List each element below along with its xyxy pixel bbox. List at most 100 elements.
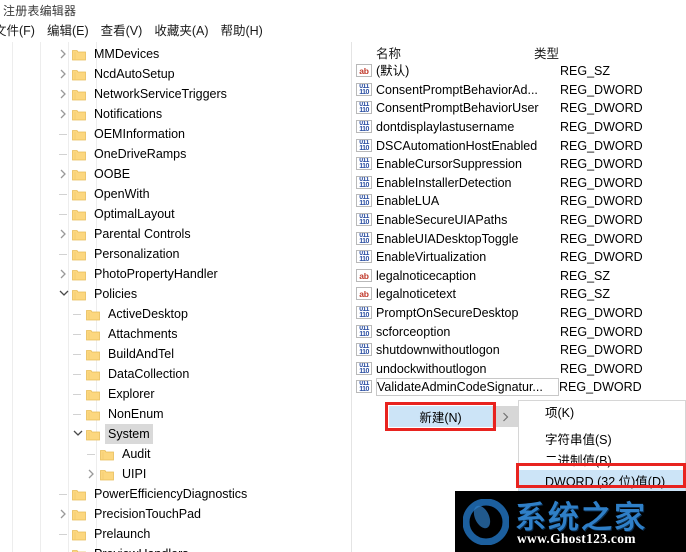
chevron-right-icon[interactable] <box>56 164 72 184</box>
tree-item-activedesktop[interactable]: ActiveDesktop <box>0 304 352 324</box>
menu-item-4[interactable]: 帮助(H) <box>214 21 268 42</box>
tree-item-explorer[interactable]: Explorer <box>0 384 352 404</box>
folder-icon <box>100 448 114 461</box>
value-row[interactable]: 011 110 ConsentPromptBehaviorUser REG_DWORD <box>352 99 686 118</box>
menu-item-1[interactable]: 编辑(E) <box>41 21 95 42</box>
tree-item-optimallayout[interactable]: OptimalLayout <box>0 204 352 224</box>
tree-item-oeminformation[interactable]: OEMInformation <box>0 124 352 144</box>
tree-item-onedriveramps[interactable]: OneDriveRamps <box>0 144 352 164</box>
tree-item-precisiontouchpad[interactable]: PrecisionTouchPad <box>0 504 352 524</box>
tree-item-label: BuildAndTel <box>108 347 175 361</box>
tree-item-openwith[interactable]: OpenWith <box>0 184 352 204</box>
column-header-type[interactable]: 类型 <box>534 43 654 62</box>
value-row[interactable]: ab legalnoticecaption REG_SZ <box>352 267 686 286</box>
folder-icon <box>72 488 86 501</box>
value-row[interactable]: 011 110 undockwithoutlogon REG_DWORD <box>352 360 686 379</box>
tree-item-powerefficiencydiagnostics[interactable]: PowerEfficiencyDiagnostics <box>0 484 352 504</box>
context-menu-submenu-arrow-cell[interactable] <box>492 406 518 427</box>
folder-icon <box>72 248 86 261</box>
tree-item-prelaunch[interactable]: Prelaunch <box>0 524 352 544</box>
tree-item-personalization[interactable]: Personalization <box>0 244 352 264</box>
folder-icon <box>86 428 100 441</box>
tree-elbow-line <box>70 304 86 324</box>
tree-item-uipi[interactable]: UIPI <box>0 464 352 484</box>
column-header-name[interactable]: 名称 <box>352 43 534 62</box>
tree-item-ncdautosetup[interactable]: NcdAutoSetup <box>0 64 352 84</box>
submenu-item-1[interactable]: 字符串值(S) <box>519 428 685 449</box>
value-name: DSCAutomationHostEnabled <box>376 138 538 153</box>
value-row[interactable]: 011 110 DSCAutomationHostEnabled REG_DWORD <box>352 136 686 155</box>
value-row[interactable]: 011 110 PromptOnSecureDesktop REG_DWORD <box>352 304 686 323</box>
submenu-item-0[interactable]: 项(K) <box>519 401 685 422</box>
tree-item-mmdevices[interactable]: MMDevices <box>0 44 352 64</box>
value-type: REG_DWORD <box>560 157 643 172</box>
registry-tree-pane[interactable]: MMDevices NcdAutoSetup NetworkServiceTrigg… <box>0 42 352 552</box>
chevron-right-icon[interactable] <box>56 64 72 84</box>
tree-item-audit[interactable]: Audit <box>0 444 352 464</box>
chevron-down-icon[interactable] <box>56 284 72 304</box>
tree-elbow-line <box>70 324 86 344</box>
tree-item-networkservicetriggers[interactable]: NetworkServiceTriggers <box>0 84 352 104</box>
value-row[interactable]: 011 110 EnableVirtualization REG_DWORD <box>352 248 686 267</box>
value-type: REG_DWORD <box>560 120 643 135</box>
value-row[interactable]: 011 110 ValidateAdminCodeSignatur... REG_DW… <box>352 378 686 397</box>
tree-item-attachments[interactable]: Attachments <box>0 324 352 344</box>
chevron-right-icon[interactable] <box>56 264 72 284</box>
tree-item-label: OOBE <box>94 167 131 181</box>
tree-item-nonenum[interactable]: NonEnum <box>0 404 352 424</box>
tree-item-label: Explorer <box>108 387 155 401</box>
value-type: REG_SZ <box>560 287 611 302</box>
tree-item-previewhandlers[interactable]: PreviewHandlers <box>0 544 352 552</box>
value-row[interactable]: 011 110 EnableSecureUIAPaths REG_DWORD <box>352 211 686 230</box>
folder-icon <box>72 188 86 201</box>
folder-icon <box>86 328 100 341</box>
chevron-right-icon[interactable] <box>56 44 72 64</box>
chevron-right-icon[interactable] <box>56 104 72 124</box>
value-row[interactable]: 011 110 ConsentPromptBehaviorAd... REG_DWOR… <box>352 81 686 100</box>
tree-item-label: Notifications <box>94 107 163 121</box>
dword-value-icon: 011 110 <box>356 213 374 227</box>
tree-item-notifications[interactable]: Notifications <box>0 104 352 124</box>
chevron-right-icon[interactable] <box>56 84 72 104</box>
value-row[interactable]: ab legalnoticetext REG_SZ <box>352 285 686 304</box>
menu-item-3[interactable]: 收藏夹(A) <box>148 21 214 42</box>
chevron-right-icon[interactable] <box>56 224 72 244</box>
tree-item-parental-controls[interactable]: Parental Controls <box>0 224 352 244</box>
tree-item-datacollection[interactable]: DataCollection <box>0 364 352 384</box>
chevron-down-icon[interactable] <box>70 424 86 444</box>
chevron-right-icon[interactable] <box>56 504 72 524</box>
value-row[interactable]: 011 110 dontdisplaylastusername REG_DWORD <box>352 118 686 137</box>
chevron-right-icon[interactable] <box>84 464 100 484</box>
tree-item-label: OEMInformation <box>94 127 186 141</box>
menu-item-2[interactable]: 查看(V) <box>95 21 149 42</box>
value-row[interactable]: 011 110 EnableUIADesktopToggle REG_DWORD <box>352 229 686 248</box>
tree-elbow-line <box>70 384 86 404</box>
value-row[interactable]: 011 110 EnableCursorSuppression REG_DWORD <box>352 155 686 174</box>
tree-item-oobe[interactable]: OOBE <box>0 164 352 184</box>
value-row[interactable]: 011 110 scforceoption REG_DWORD <box>352 322 686 341</box>
context-menu-item-new[interactable]: 新建(N) <box>389 406 492 427</box>
tree-item-photopropertyhandler[interactable]: PhotoPropertyHandler <box>0 264 352 284</box>
tree-item-buildandtel[interactable]: BuildAndTel <box>0 344 352 364</box>
menu-item-0[interactable]: 文件(F) <box>0 21 41 42</box>
tree-item-system[interactable]: System <box>0 424 352 444</box>
value-row[interactable]: 011 110 EnableLUA REG_DWORD <box>352 192 686 211</box>
dword-value-icon: 011 110 <box>356 361 374 376</box>
tree-elbow-line <box>84 444 100 464</box>
folder-icon <box>86 308 100 321</box>
value-row[interactable]: 011 110 shutdownwithoutlogon REG_DWORD <box>352 341 686 360</box>
value-row[interactable]: ab (默认) REG_SZ <box>352 62 686 81</box>
submenu-item-2[interactable]: 二进制值(B) <box>519 449 685 470</box>
folder-icon <box>86 408 100 421</box>
value-row[interactable]: 011 110 EnableInstallerDetection REG_DWORD <box>352 174 686 193</box>
submenu-item-3[interactable]: DWORD (32 位)值(D) <box>519 470 685 491</box>
tree-item-policies[interactable]: Policies <box>0 284 352 304</box>
